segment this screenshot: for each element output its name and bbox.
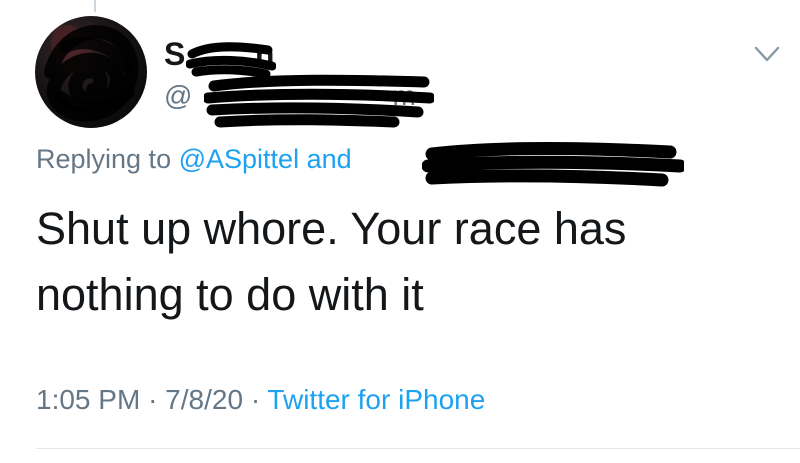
mention-link[interactable]: @ASpittel and bbox=[179, 144, 352, 174]
handle-start: @ bbox=[164, 80, 193, 111]
replying-to: Replying to @ASpittel and bbox=[36, 144, 352, 175]
handle-redaction bbox=[204, 74, 434, 128]
avatar-redaction-scribble bbox=[44, 25, 139, 122]
mention-conjunction: and bbox=[306, 144, 352, 174]
reply-redaction bbox=[422, 142, 684, 187]
tweet-text: Shut up whore. Your race has nothing to … bbox=[36, 196, 776, 328]
display-name-start: S bbox=[164, 36, 185, 72]
mention-handle: @ASpittel bbox=[178, 144, 300, 174]
tweet-time[interactable]: 1:05 PM bbox=[36, 384, 140, 415]
thread-line bbox=[94, 0, 96, 12]
tweet-text-line-1: Shut up whore. Your race has bbox=[36, 203, 627, 254]
avatar[interactable] bbox=[35, 16, 147, 128]
tweet-meta: 1:05 PM · 7/8/20 · Twitter for iPhone bbox=[36, 384, 485, 416]
divider bbox=[36, 448, 800, 449]
user-info[interactable]: Sn @ m bbox=[160, 36, 440, 136]
tweet-source[interactable]: Twitter for iPhone bbox=[267, 384, 485, 415]
meta-separator: · bbox=[148, 384, 158, 415]
replying-to-label: Replying to bbox=[36, 144, 172, 174]
chevron-down-icon[interactable] bbox=[754, 44, 780, 64]
tweet-text-line-2: nothing to do with it bbox=[36, 269, 424, 320]
tweet-date[interactable]: 7/8/20 bbox=[165, 384, 243, 415]
meta-separator-2: · bbox=[250, 384, 261, 415]
